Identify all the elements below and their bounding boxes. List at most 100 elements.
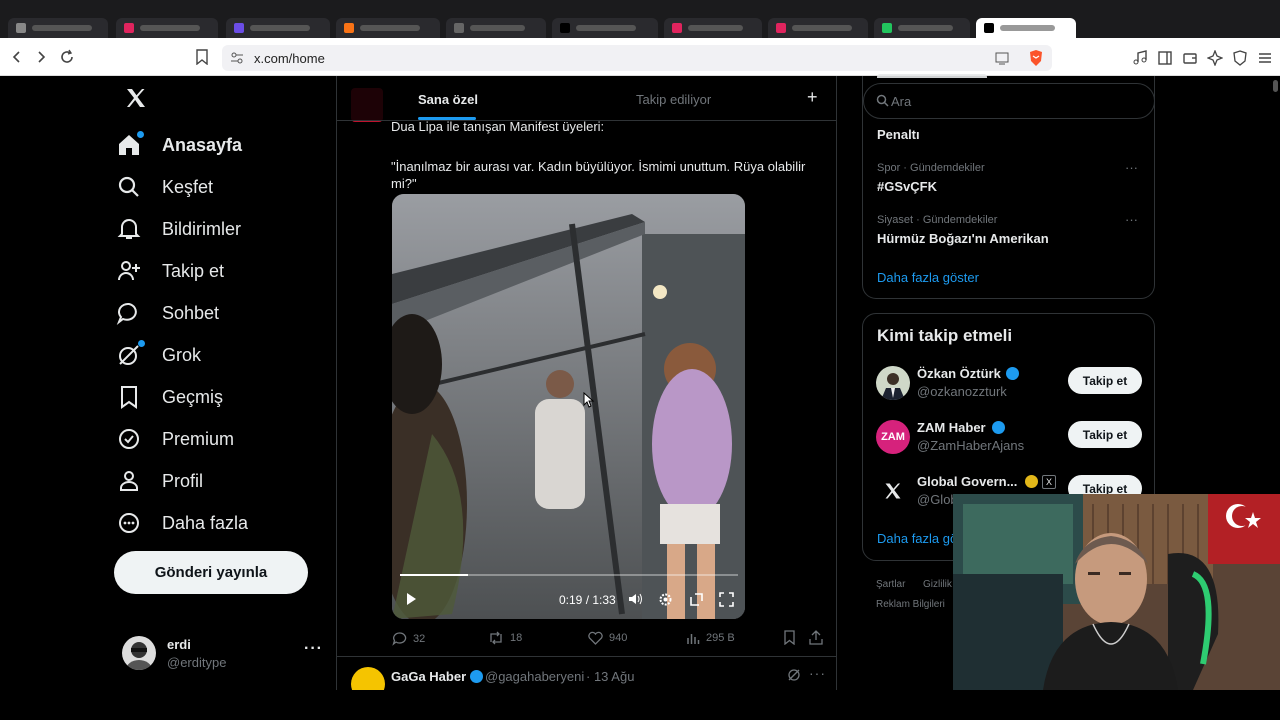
trend-title[interactable]: Penaltı: [877, 127, 920, 142]
reply-icon: [392, 632, 407, 646]
follow-button[interactable]: Takip et: [1068, 367, 1142, 394]
nav-premium[interactable]: Premium: [116, 419, 234, 459]
trend-meta: Spor · Gündemdekiler: [877, 162, 985, 174]
nav-home[interactable]: Anasayfa: [116, 125, 242, 165]
nav-label: Profil: [162, 470, 204, 491]
bookmark-page-icon[interactable]: [192, 47, 212, 67]
more-options-icon[interactable]: ···: [304, 640, 323, 658]
browser-tab[interactable]: [226, 18, 330, 38]
brave-shield-icon[interactable]: [1028, 49, 1044, 72]
footer-link-privacy[interactable]: Gizlilik: [923, 579, 952, 590]
browser-tab[interactable]: [664, 18, 762, 38]
sidebar-toggle-icon[interactable]: [1155, 48, 1175, 68]
x-logo-icon: [885, 483, 901, 499]
user-name: Global Govern...: [917, 474, 1018, 489]
more-options-icon[interactable]: ···: [1125, 160, 1138, 175]
nav-profile[interactable]: Profil: [116, 461, 203, 501]
x-logo-icon[interactable]: [124, 86, 148, 115]
browser-tab[interactable]: [552, 18, 658, 38]
post-button[interactable]: Gönderi yayınla: [114, 551, 308, 594]
tweet-author-handle[interactable]: @gagahaberyeni: [485, 669, 584, 684]
scrollbar-thumb[interactable]: [1273, 80, 1278, 92]
show-more-link[interactable]: Daha fazla göster: [877, 270, 979, 285]
tab-for-you[interactable]: Sana özel: [418, 92, 478, 107]
browser-tab[interactable]: [8, 18, 108, 38]
nav-chat[interactable]: Sohbet: [116, 293, 219, 333]
cast-icon[interactable]: [994, 50, 1010, 71]
video-progress-track[interactable]: [400, 574, 738, 576]
left-navigation: Anasayfa Keşfet Bildirimler Takip et Soh…: [110, 76, 336, 690]
trend-title[interactable]: #GSvÇFK: [877, 179, 937, 194]
more-options-icon[interactable]: ···: [809, 665, 826, 681]
next-tweet[interactable]: GaGa Haber @gagahaberyeni · 13 Ağu ···: [337, 656, 836, 690]
menu-icon[interactable]: [1255, 48, 1275, 68]
notification-dot: [137, 131, 144, 138]
browser-tab-active[interactable]: [976, 18, 1076, 38]
user-name: ZAM Haber: [917, 420, 986, 435]
more-circle-icon: [119, 513, 139, 533]
leo-ai-icon[interactable]: [1205, 48, 1225, 68]
volume-icon[interactable]: [628, 592, 644, 611]
suggested-user[interactable]: ZAM ZAM Haber @ZamHaberAjans Takip et: [863, 416, 1154, 466]
site-settings-icon[interactable]: [230, 51, 244, 70]
video-player[interactable]: 0:19 / 1:33: [392, 194, 745, 619]
browser-tab[interactable]: [116, 18, 218, 38]
address-bar[interactable]: x.com/home: [222, 45, 1052, 71]
reply-button[interactable]: 32: [392, 631, 425, 646]
play-icon[interactable]: [404, 592, 418, 611]
nav-follow[interactable]: Takip et: [116, 251, 224, 291]
search-box[interactable]: Ara: [863, 83, 1155, 119]
vpn-icon[interactable]: [1230, 48, 1250, 68]
account-switcher[interactable]: erdi @erditype ···: [122, 632, 332, 676]
video-progress-fill: [400, 574, 468, 576]
nav-more[interactable]: Daha fazla: [116, 503, 248, 543]
chat-icon: [116, 302, 137, 325]
music-icon[interactable]: [1130, 48, 1150, 68]
nav-label: Anasayfa: [162, 134, 243, 155]
picture-in-picture-icon[interactable]: [689, 592, 704, 612]
trend-title[interactable]: Hürmüz Boğazı'nı Amerikan: [877, 231, 1049, 246]
nav-notifications[interactable]: Bildirimler: [116, 209, 241, 249]
avatar: [122, 636, 156, 670]
nav-label: Keşfet: [162, 176, 214, 197]
wallet-icon[interactable]: [1180, 48, 1200, 68]
share-icon[interactable]: [809, 630, 823, 650]
settings-icon[interactable]: [658, 592, 673, 612]
video-time: 0:19 / 1:33: [559, 593, 616, 607]
forward-icon[interactable]: [31, 47, 51, 67]
bookmark-tweet-icon[interactable]: [783, 630, 796, 650]
back-icon[interactable]: [7, 47, 27, 67]
like-button[interactable]: 940: [588, 631, 627, 645]
footer-link-terms[interactable]: Şartlar: [876, 579, 905, 590]
more-options-icon[interactable]: ···: [1125, 212, 1138, 227]
browser-tab[interactable]: [768, 18, 868, 38]
nav-explore[interactable]: Keşfet: [116, 167, 213, 207]
show-more-link[interactable]: Daha fazla gös: [877, 531, 964, 546]
user-handle: @Glob: [917, 492, 958, 507]
add-tab-button[interactable]: +: [807, 87, 818, 108]
suggested-user[interactable]: Özkan Öztürk @ozkanozzturk Takip et: [863, 362, 1154, 412]
browser-tab[interactable]: [874, 18, 970, 38]
reload-icon[interactable]: [57, 47, 77, 67]
avatar: [876, 366, 910, 400]
user-name: Özkan Öztürk: [917, 366, 1001, 381]
browser-tab[interactable]: [446, 18, 546, 38]
user-handle: @ozkanozzturk: [917, 384, 1007, 399]
tweet-date[interactable]: · 13 Ağu: [586, 669, 634, 684]
avatar: [876, 474, 910, 508]
tab-following[interactable]: Takip ediliyor: [636, 92, 711, 107]
nav-history[interactable]: Geçmiş: [116, 377, 223, 417]
footer-link-ads[interactable]: Reklam Bilgileri: [876, 599, 945, 610]
tweet-author-name[interactable]: GaGa Haber: [391, 669, 466, 684]
url-text[interactable]: x.com/home: [254, 51, 325, 66]
retweet-button[interactable]: 18: [488, 631, 522, 645]
panel-title-cut-off: [877, 74, 987, 78]
follow-button[interactable]: Takip et: [1068, 421, 1142, 448]
nav-label: Premium: [162, 428, 235, 449]
browser-tab[interactable]: [336, 18, 440, 38]
views-button[interactable]: 295 B: [686, 631, 735, 645]
nav-label: Sohbet: [162, 302, 220, 323]
nav-grok[interactable]: Grok: [116, 335, 201, 375]
fullscreen-icon[interactable]: [719, 592, 734, 612]
grok-explain-icon[interactable]: [787, 668, 801, 687]
